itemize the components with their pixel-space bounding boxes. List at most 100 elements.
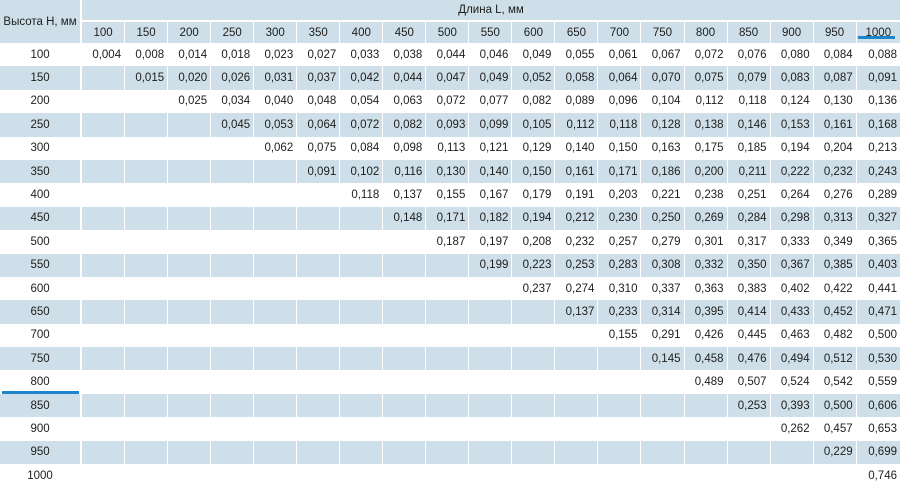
table-cell: 0,118 xyxy=(598,113,642,137)
column-header-1000: 1000 xyxy=(856,22,900,43)
column-header-200: 200 xyxy=(168,22,212,43)
table-cell: 0,283 xyxy=(598,253,642,277)
table-cell: 0,313 xyxy=(813,206,857,231)
table-cell: 0,113 xyxy=(426,136,470,160)
table-cell: 0,128 xyxy=(641,113,685,137)
table-cell: 0,063 xyxy=(383,89,427,114)
table-cell: 0,153 xyxy=(770,113,814,137)
table-cell: 0,337 xyxy=(641,276,685,301)
table-cell xyxy=(340,276,384,301)
table-cell: 0,171 xyxy=(598,159,642,184)
table-cell: 0,076 xyxy=(727,43,771,67)
table-cell: 0,025 xyxy=(168,89,212,114)
row-header-cell: 200 xyxy=(0,89,83,114)
table-cell xyxy=(82,393,126,418)
table-cell: 0,233 xyxy=(598,300,642,324)
table-cell: 0,414 xyxy=(727,300,771,324)
table-cell xyxy=(598,370,642,394)
table-cell: 0,276 xyxy=(813,183,857,207)
table-cell: 0,116 xyxy=(383,159,427,184)
table-cell xyxy=(512,323,556,348)
table-cell: 0,186 xyxy=(641,159,685,184)
table-cell xyxy=(469,300,513,324)
table-cell xyxy=(555,323,599,348)
table-header: Высота H, мм Длина L, мм 100 150 200 250 300… xyxy=(0,0,900,43)
table-cell: 0,088 xyxy=(856,43,900,67)
table-cell xyxy=(125,230,169,254)
table-cell xyxy=(168,347,212,371)
table-cell xyxy=(125,393,169,418)
table-cell: 0,445 xyxy=(727,323,771,348)
table-cell: 0,102 xyxy=(340,159,384,184)
table-cell: 0,500 xyxy=(813,393,857,418)
table-cell xyxy=(426,440,470,465)
table-cell: 0,054 xyxy=(340,89,384,114)
table-row: 700 0,155 0,291 0,426 0,445 0,463 0,482 0,500 xyxy=(0,323,900,348)
table-row: 300 0,062 0,075 0,084 0,098 0,113 0,121 0,129 0,… xyxy=(0,136,900,160)
table-cell xyxy=(340,253,384,277)
table-cell xyxy=(168,253,212,277)
table-row: 800 0,489 0,507 0,524 0,542 0,559 xyxy=(0,370,900,394)
table-cell xyxy=(211,323,255,348)
table-cell: 0,314 xyxy=(641,300,685,324)
column-header-500: 500 xyxy=(426,22,470,43)
table-cell xyxy=(168,370,212,394)
table-cell: 0,403 xyxy=(856,253,900,277)
table-cell: 0,014 xyxy=(168,43,212,67)
table-cell xyxy=(641,370,685,394)
table-cell xyxy=(598,393,642,418)
table-cell: 0,052 xyxy=(512,66,556,90)
table-row: 550 0,199 0,223 0,253 0,283 0,308 0,332 0,350 0,… xyxy=(0,253,900,277)
table-cell xyxy=(383,323,427,348)
table-cell: 0,301 xyxy=(684,230,728,254)
table-row: 900 0,262 0,457 0,653 xyxy=(0,417,900,441)
table-cell xyxy=(512,417,556,441)
table-cell xyxy=(254,323,298,348)
table-cell: 0,105 xyxy=(512,113,556,137)
table-cell: 0,018 xyxy=(211,43,255,67)
row-header-cell: 950 xyxy=(0,440,83,465)
table-cell: 0,699 xyxy=(856,440,900,465)
table-cell: 0,075 xyxy=(297,136,341,160)
table-cell: 0,093 xyxy=(426,113,470,137)
table-cell xyxy=(340,393,384,418)
table-cell xyxy=(340,300,384,324)
table-cell xyxy=(125,136,169,160)
table-cell xyxy=(512,300,556,324)
table-cell: 0,171 xyxy=(426,206,470,231)
table-cell xyxy=(297,276,341,301)
table-cell xyxy=(125,183,169,207)
table-cell xyxy=(125,300,169,324)
table-cell: 0,203 xyxy=(598,183,642,207)
table-cell xyxy=(555,393,599,418)
table-cell: 0,175 xyxy=(684,136,728,160)
table-cell xyxy=(125,159,169,184)
table-cell xyxy=(297,440,341,465)
table-cell xyxy=(125,276,169,301)
table-cell xyxy=(254,183,298,207)
table-cell: 0,489 xyxy=(684,370,728,394)
table-cell xyxy=(383,300,427,324)
column-header-550: 550 xyxy=(469,22,513,43)
table-cell: 0,289 xyxy=(856,183,900,207)
table-cell xyxy=(555,440,599,465)
table-cell xyxy=(125,370,169,394)
table-cell: 0,194 xyxy=(770,136,814,160)
table-cell xyxy=(469,276,513,301)
table-cell: 0,264 xyxy=(770,183,814,207)
dimension-table: Высота H, мм Длина L, мм 100 150 200 250 300… xyxy=(0,0,900,487)
table-cell: 0,476 xyxy=(727,347,771,371)
table-cell: 0,087 xyxy=(813,66,857,90)
table-row: 450 0,148 0,171 0,182 0,194 0,212 0,230 0,250 0,… xyxy=(0,206,900,231)
table-cell: 0,098 xyxy=(383,136,427,160)
table-cell xyxy=(125,323,169,348)
table-cell: 0,332 xyxy=(684,253,728,277)
row-header-cell: 600 xyxy=(0,276,83,301)
table-cell xyxy=(211,159,255,184)
table-cell: 0,091 xyxy=(297,159,341,184)
table-cell: 0,200 xyxy=(684,159,728,184)
table-cell: 0,145 xyxy=(641,347,685,371)
column-header-350: 350 xyxy=(297,22,341,43)
table-cell: 0,058 xyxy=(555,66,599,90)
table-cell xyxy=(297,417,341,441)
